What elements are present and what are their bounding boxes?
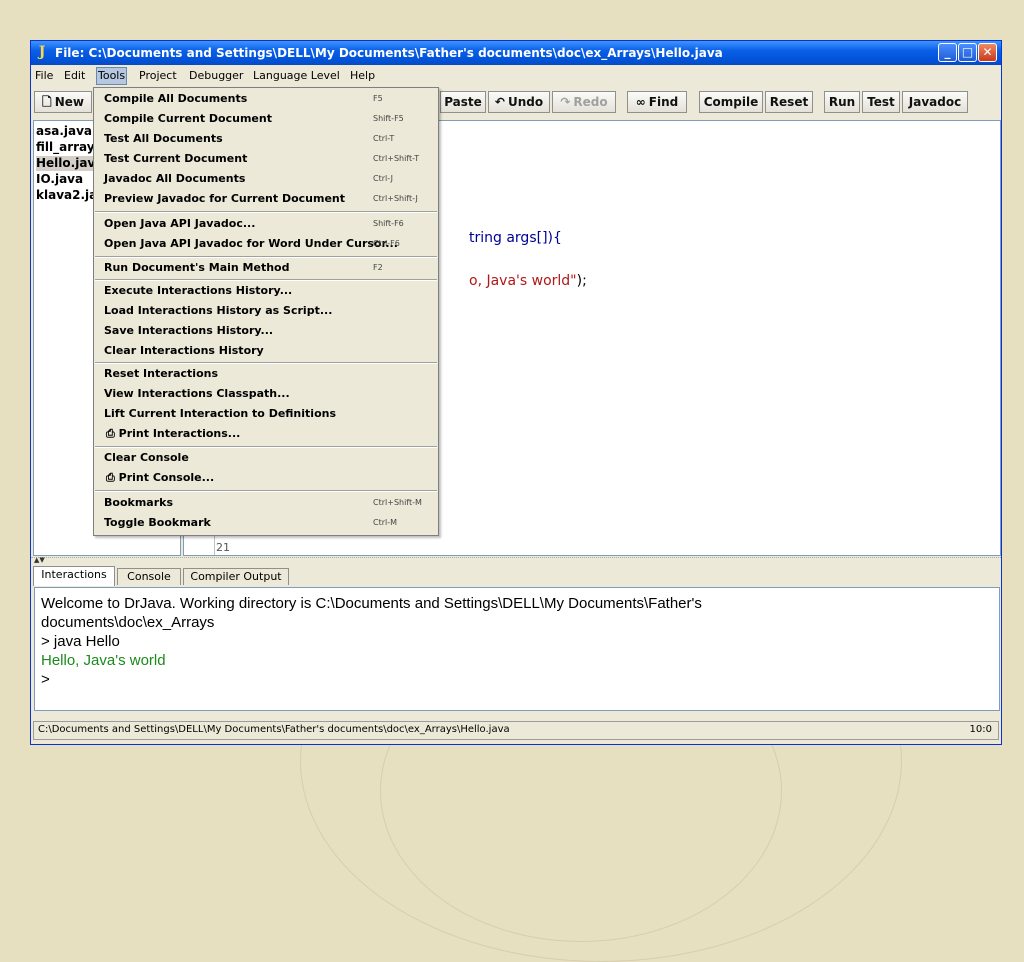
minimize-button[interactable]: _: [938, 43, 957, 62]
menu-item-view-classpath[interactable]: View Interactions Classpath...: [94, 384, 438, 404]
menu-file[interactable]: File: [35, 68, 53, 84]
tab-console[interactable]: Console: [117, 568, 181, 585]
javadoc-button[interactable]: Javadoc: [902, 91, 968, 113]
interactions-line: Welcome to DrJava. Working directory is …: [41, 595, 702, 612]
window-title: File: C:\Documents and Settings\DELL\My …: [55, 46, 723, 60]
find-button[interactable]: ∞ Find: [627, 91, 687, 113]
menu-item-reset-interactions[interactable]: Reset Interactions: [94, 364, 438, 384]
code-punctuation: );: [576, 273, 587, 289]
line-number: 21: [216, 541, 230, 554]
pane-splitter[interactable]: ▲▼: [31, 556, 1001, 565]
title-bar[interactable]: J File: C:\Documents and Settings\DELL\M…: [31, 41, 1001, 65]
find-button-label: Find: [648, 95, 679, 109]
interactions-line: documents\doc\ex_Arrays: [41, 614, 215, 631]
menu-item-print-console[interactable]: ⎙ Print Console...: [94, 468, 438, 488]
menu-item-javadoc-all[interactable]: Javadoc All Documents Ctrl-J: [94, 169, 438, 189]
test-button-label: Test: [867, 95, 895, 109]
menu-language-level[interactable]: Language Level: [253, 68, 340, 84]
document-item[interactable]: asa.java: [36, 124, 92, 139]
menu-bar: File Edit Tools Project Debugger Languag…: [31, 66, 1001, 85]
tab-interactions[interactable]: Interactions: [33, 566, 115, 586]
redo-button[interactable]: ↷ Redo: [552, 91, 616, 113]
close-button[interactable]: ✕: [978, 43, 997, 62]
tools-menu: Compile All Documents F5 Compile Current …: [93, 87, 439, 536]
undo-button[interactable]: ↶ Undo: [488, 91, 550, 113]
menu-tools[interactable]: Tools: [96, 67, 128, 85]
document-item[interactable]: klava2.ja: [36, 188, 97, 203]
document-item-selected[interactable]: Hello.jav: [36, 156, 96, 171]
reset-button-label: Reset: [769, 95, 809, 109]
menu-item-compile-current[interactable]: Compile Current Document Shift-F5: [94, 109, 438, 129]
document-item[interactable]: fill_array: [36, 140, 95, 155]
menu-item-test-current[interactable]: Test Current Document Ctrl+Shift-T: [94, 149, 438, 169]
compile-button-label: Compile: [703, 95, 759, 109]
menu-item-toggle-bookmark[interactable]: Toggle Bookmark Ctrl-M: [94, 513, 438, 533]
drjava-logo-icon: J: [38, 44, 46, 60]
run-button-label: Run: [828, 95, 856, 109]
menu-item-test-all[interactable]: Test All Documents Ctrl-T: [94, 129, 438, 149]
document-item[interactable]: IO.java: [36, 172, 83, 187]
string-literal: o, Java's world": [469, 273, 577, 289]
menu-item-execute-history[interactable]: Execute Interactions History...: [94, 281, 438, 301]
paste-button[interactable]: Paste: [440, 91, 486, 113]
redo-button-label: Redo: [573, 95, 608, 109]
menu-separator: [95, 211, 437, 213]
menu-separator: [95, 490, 437, 492]
menu-project[interactable]: Project: [139, 68, 177, 84]
menu-item-run-main[interactable]: Run Document's Main Method F2: [94, 258, 438, 278]
menu-item-load-history[interactable]: Load Interactions History as Script...: [94, 301, 438, 321]
status-bar: C:\Documents and Settings\DELL\My Docume…: [33, 721, 999, 740]
test-button[interactable]: Test: [862, 91, 900, 113]
collapse-arrows-icon[interactable]: ▲▼: [34, 556, 45, 564]
menu-edit[interactable]: Edit: [64, 68, 85, 84]
printer-icon: ⎙: [106, 471, 115, 484]
compile-button[interactable]: Compile: [699, 91, 763, 113]
interactions-line: > java Hello: [41, 633, 120, 650]
undo-icon: ↶: [494, 95, 505, 109]
tab-compiler-output[interactable]: Compiler Output: [183, 568, 289, 585]
menu-item-clear-history[interactable]: Clear Interactions History: [94, 341, 438, 361]
menu-item-clear-console[interactable]: Clear Console: [94, 448, 438, 468]
program-output: Hello, Java's world: [41, 652, 166, 669]
new-document-icon: 🗋: [42, 95, 52, 109]
menu-item-save-history[interactable]: Save Interactions History...: [94, 321, 438, 341]
run-button[interactable]: Run: [824, 91, 860, 113]
status-file-path: C:\Documents and Settings\DELL\My Docume…: [38, 724, 510, 735]
menu-item-preview-javadoc[interactable]: Preview Javadoc for Current Document Ctrl…: [94, 189, 438, 209]
code-line: o, Java's world");: [469, 273, 587, 289]
menu-item-compile-all[interactable]: Compile All Documents F5: [94, 89, 438, 109]
new-button-label: New: [54, 95, 84, 109]
menu-item-open-api-javadoc[interactable]: Open Java API Javadoc... Shift-F6: [94, 214, 438, 234]
cursor-position: 10:0: [969, 724, 992, 735]
binoculars-icon: ∞: [635, 95, 646, 109]
redo-icon: ↷: [560, 95, 571, 109]
maximize-button[interactable]: □: [958, 43, 977, 62]
menu-item-bookmarks[interactable]: Bookmarks Ctrl+Shift-M: [94, 493, 438, 513]
interactions-pane[interactable]: Welcome to DrJava. Working directory is …: [34, 587, 1000, 711]
undo-button-label: Undo: [507, 95, 544, 109]
interactions-prompt[interactable]: >: [41, 670, 50, 689]
menu-item-lift-interaction[interactable]: Lift Current Interaction to Definitions: [94, 404, 438, 424]
menu-debugger[interactable]: Debugger: [189, 68, 243, 84]
code-line: tring args[]){: [469, 230, 562, 246]
menu-item-print-interactions[interactable]: ⎙ Print Interactions...: [94, 424, 438, 444]
printer-icon: ⎙: [106, 427, 115, 440]
javadoc-button-label: Javadoc: [908, 95, 962, 109]
menu-help[interactable]: Help: [350, 68, 375, 84]
paste-button-label: Paste: [444, 95, 482, 109]
menu-item-api-javadoc-word[interactable]: Open Java API Javadoc for Word Under Cur…: [94, 234, 438, 254]
reset-button[interactable]: Reset: [765, 91, 813, 113]
new-button[interactable]: 🗋 New: [34, 91, 92, 113]
